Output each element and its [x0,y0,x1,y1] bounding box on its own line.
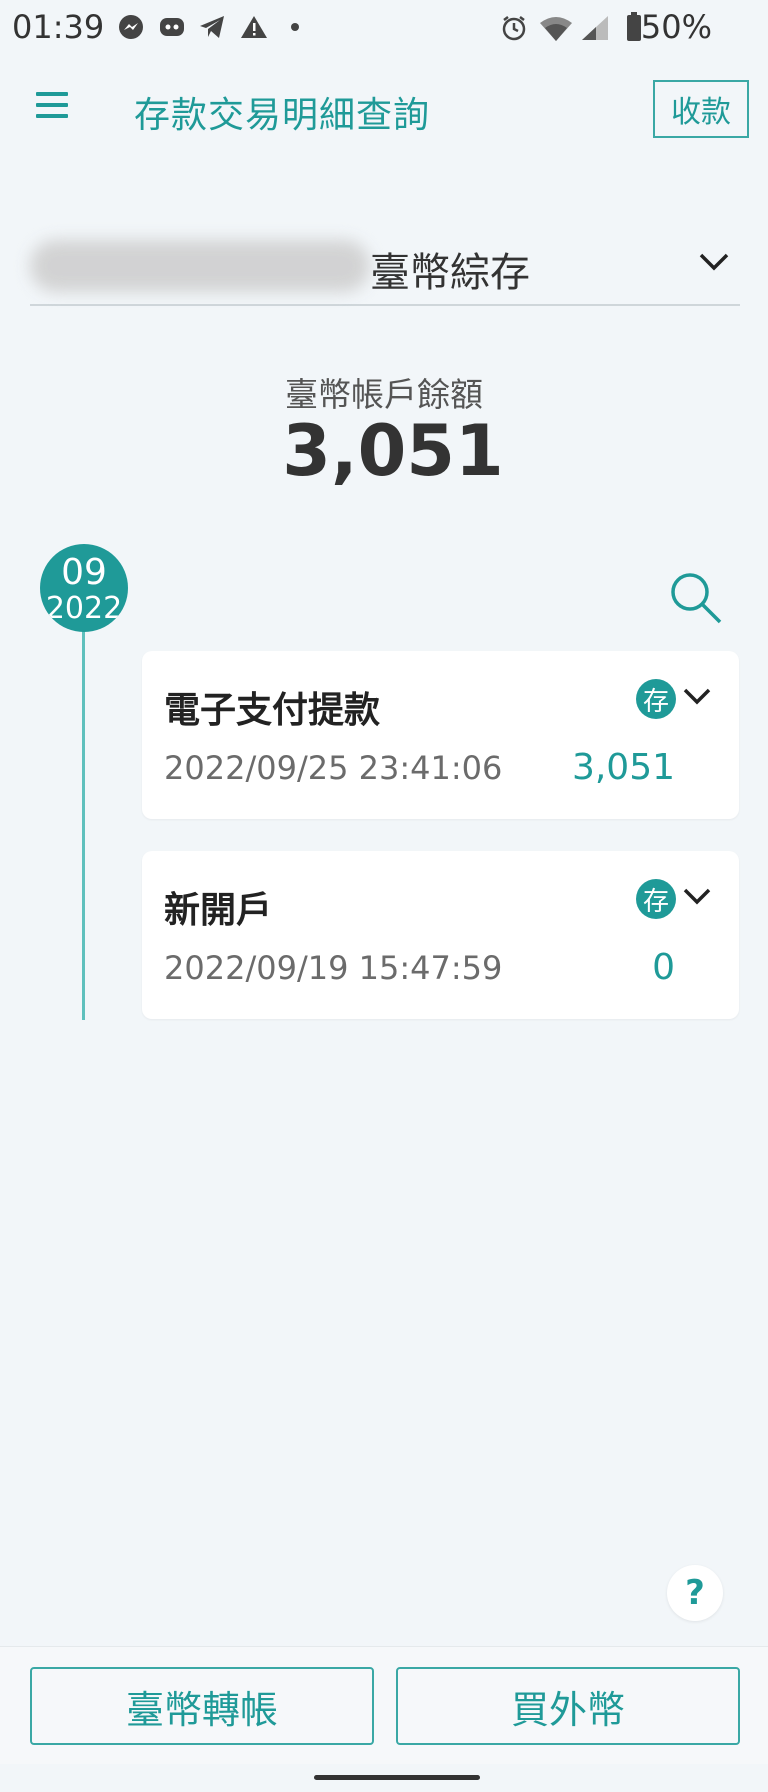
twd-transfer-button[interactable]: 臺幣轉帳 [30,1667,374,1745]
menu-button[interactable] [36,92,68,122]
year-label: 2022 [45,591,123,626]
transaction-title: 新開戶 [164,890,273,931]
alarm-icon [502,16,526,41]
month-label: 09 [61,552,107,593]
discord-icon [160,18,184,36]
search-icon[interactable] [668,570,724,626]
messenger-icon [119,15,143,39]
wifi-icon [540,17,572,41]
transaction-card[interactable]: 電子支付提款 存 2022/09/25 23:41:06 3,051 [142,651,739,819]
account-selector[interactable]: 臺幣綜存 [30,222,740,306]
warning-icon [241,16,267,38]
help-button[interactable]: ? [667,1565,723,1621]
balance-value: 3,051 [282,410,504,492]
status-time: 01:39 [12,8,105,46]
dot-icon [291,23,299,31]
home-indicator[interactable] [314,1775,480,1780]
account-number-redacted [30,240,370,292]
transaction-datetime: 2022/09/19 15:47:59 [164,949,503,987]
bottom-action-bar: 臺幣轉帳 買外幣 [0,1646,768,1764]
chevron-down-icon[interactable] [682,887,712,907]
deposit-badge: 存 [636,679,676,719]
transaction-amount: 0 [652,947,675,988]
deposit-badge: 存 [636,879,676,919]
signal-icon [582,16,608,40]
menu-icon [36,92,68,96]
month-badge: 09 2022 [40,544,128,632]
transaction-amount: 3,051 [571,747,675,788]
transaction-title: 電子支付提款 [164,690,381,731]
transaction-datetime: 2022/09/25 23:41:06 [164,749,503,787]
page-title: 存款交易明細查詢 [134,95,431,136]
balance-label: 臺幣帳戶餘額 [285,375,483,414]
status-bar: 01:39 50% [0,0,768,56]
chevron-down-icon [699,253,729,271]
battery-icon [627,12,641,41]
transaction-card[interactable]: 新開戶 存 2022/09/19 15:47:59 0 [142,851,739,1019]
collect-button[interactable]: 收款 [653,80,749,138]
telegram-icon [200,16,224,38]
chevron-down-icon[interactable] [682,687,712,707]
timeline-line [82,620,85,1020]
account-name: 臺幣綜存 [370,250,530,296]
battery-percent: 50% [640,8,712,46]
buy-foreign-currency-button[interactable]: 買外幣 [396,1667,740,1745]
